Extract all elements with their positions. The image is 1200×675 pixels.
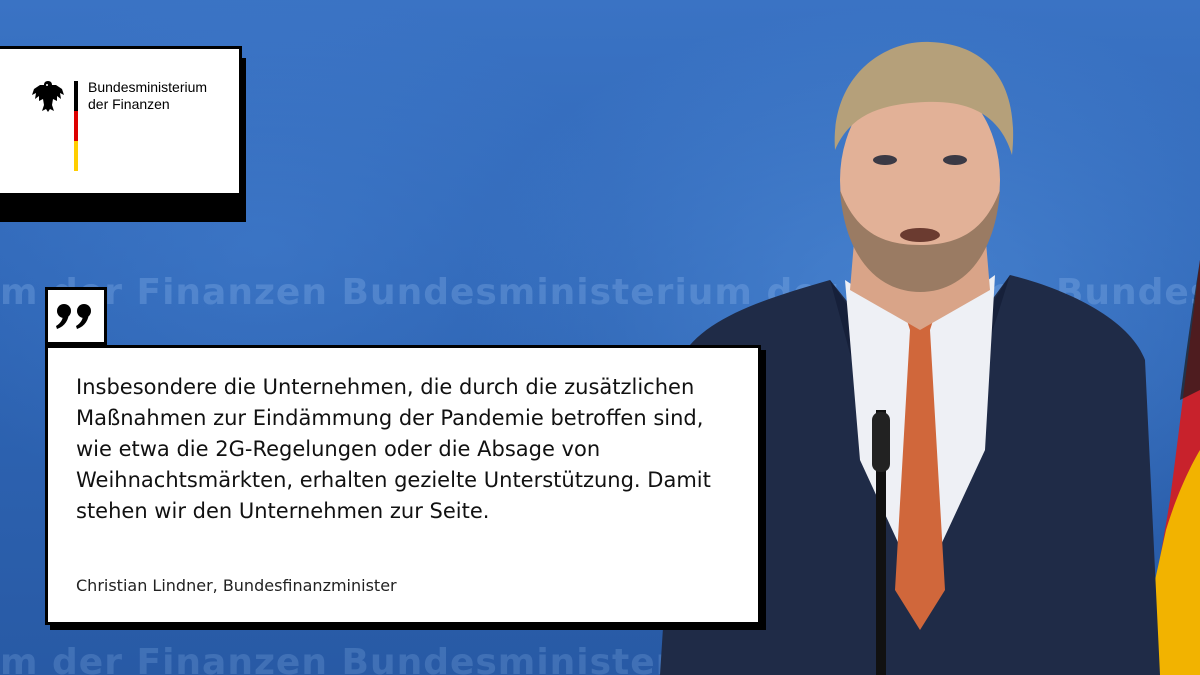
quote-card: Insbesondere die Unternehmen, die durch …	[45, 345, 761, 625]
logo-line-1: Bundesministerium	[88, 79, 208, 95]
quotation-mark-badge	[45, 287, 107, 345]
quote-text: Insbesondere die Unternehmen, die durch …	[76, 375, 711, 523]
logo-flag-bar	[74, 81, 78, 171]
federal-eagle-icon	[32, 81, 64, 112]
logo-wordmark: Bundesministerium der Finanzen	[88, 79, 207, 113]
share-graphic: ium der Finanzen Bundesministerium der F…	[0, 0, 1200, 675]
logo-line-2: der Finanzen	[88, 96, 170, 112]
ministry-logo: Bundesministerium der Finanzen	[0, 46, 242, 196]
quote-author: Christian Lindner, Bundesfinanzminister	[76, 576, 397, 595]
quotation-mark-icon	[56, 304, 91, 329]
